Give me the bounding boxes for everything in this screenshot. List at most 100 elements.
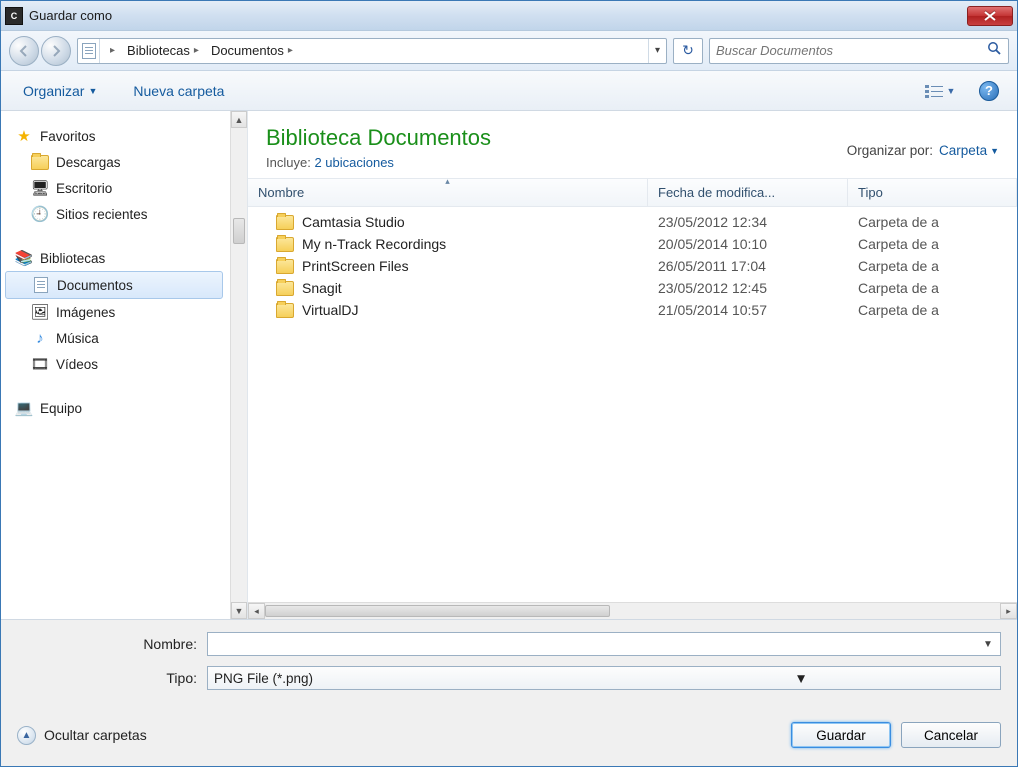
scroll-thumb[interactable] [233,218,245,244]
organize-by-value: Carpeta [939,143,987,158]
column-header-type[interactable]: Tipo [848,179,1017,206]
sidebar-item-imagenes[interactable]: 🖼Imágenes [1,299,227,325]
chevron-right-icon: ▸ [194,45,199,56]
new-folder-label: Nueva carpeta [133,83,224,99]
file-name-cell: Camtasia Studio [248,214,648,230]
organize-by-dropdown[interactable]: Carpeta▼ [939,143,999,158]
includes-link[interactable]: 2 ubicaciones [314,155,394,170]
file-date-cell: 23/05/2012 12:45 [648,280,848,296]
filename-field-wrap: ▼ [207,632,1001,656]
breadcrumb-sep-root[interactable]: ▸ [100,39,121,63]
hscroll-thumb[interactable] [265,605,610,617]
scroll-up-button[interactable]: ▲ [231,111,247,128]
chevron-right-icon: ▸ [110,45,115,56]
hscroll-track[interactable] [265,603,1000,619]
sidebar-label: Descargas [56,155,121,170]
footer: ▲ Ocultar carpetas Guardar Cancelar [1,706,1017,766]
sidebar-item-documentos[interactable]: Documentos [5,271,223,299]
close-icon [984,11,996,21]
save-button[interactable]: Guardar [791,722,891,748]
help-icon: ? [985,83,993,98]
view-mode-button[interactable]: ▼ [919,80,961,102]
toolbar: Organizar ▼ Nueva carpeta ▼ ? [1,71,1017,111]
file-row[interactable]: My n-Track Recordings20/05/2014 10:10Car… [248,233,1017,255]
help-button[interactable]: ? [979,81,999,101]
caret-down-icon: ▼ [88,86,97,96]
library-subtitle: Incluye: 2 ubicaciones [266,155,491,170]
libraries-icon: 📚 [15,249,33,267]
new-folder-button[interactable]: Nueva carpeta [129,77,228,105]
library-header: Biblioteca Documentos Incluye: 2 ubicaci… [248,111,1017,178]
forward-button[interactable] [41,36,71,66]
sidebar-item-musica[interactable]: ♪Música [1,325,227,351]
file-row[interactable]: Snagit23/05/2012 12:45Carpeta de a [248,277,1017,299]
organize-label: Organizar [23,83,84,99]
breadcrumb-dropdown[interactable]: ▾ [648,39,666,63]
refresh-button[interactable]: ↻ [673,38,703,64]
file-name: VirtualDJ [302,302,359,318]
folder-icon [276,281,294,296]
filetype-dropdown[interactable]: PNG File (*.png) ▼ [207,666,1001,690]
filename-input[interactable] [212,637,980,652]
breadcrumb-item-documentos[interactable]: Documentos▸ [205,39,299,63]
chevron-up-icon: ▲ [17,726,36,745]
list-view-icon [925,84,945,98]
search-input[interactable] [716,43,987,58]
scroll-right-button[interactable]: ▸ [1000,603,1017,619]
desktop-icon: 🖥 [31,179,49,197]
sidebar-item-descargas[interactable]: Descargas [1,149,227,175]
caret-down-icon: ▼ [990,146,999,156]
cancel-button[interactable]: Cancelar [901,722,1001,748]
app-icon: C [5,7,23,25]
column-headers: ▴Nombre Fecha de modifica... Tipo [248,178,1017,207]
search-icon[interactable] [987,41,1002,61]
location-icon[interactable] [78,39,100,63]
breadcrumb-label: Bibliotecas [127,43,190,58]
column-header-name[interactable]: ▴Nombre [248,179,648,206]
organize-button[interactable]: Organizar ▼ [19,77,101,105]
scroll-track[interactable] [231,128,247,602]
filename-label: Nombre: [17,636,207,652]
sidebar-label: Imágenes [56,305,115,320]
organize-by: Organizar por: Carpeta▼ [847,125,999,158]
window-title: Guardar como [29,8,967,23]
filetype-value: PNG File (*.png) [212,671,604,686]
hide-folders-button[interactable]: ▲ Ocultar carpetas [17,726,147,745]
organize-by-label: Organizar por: [847,143,933,158]
search-box[interactable] [709,38,1009,64]
file-name: My n-Track Recordings [302,236,446,252]
sidebar-item-escritorio[interactable]: 🖥Escritorio [1,175,227,201]
sidebar-scrollbar[interactable]: ▲ ▼ [230,111,247,619]
sidebar-item-equipo[interactable]: 💻Equipo [1,395,227,421]
sidebar-item-videos[interactable]: 🎞Vídeos [1,351,227,377]
hide-folders-label: Ocultar carpetas [44,727,147,743]
file-list[interactable]: Camtasia Studio23/05/2012 12:34Carpeta d… [248,207,1017,602]
file-row[interactable]: VirtualDJ21/05/2014 10:57Carpeta de a [248,299,1017,321]
breadcrumb-item-bibliotecas[interactable]: Bibliotecas ▸ [121,39,205,63]
file-name-cell: PrintScreen Files [248,258,648,274]
dialog-body: ★Favoritos Descargas 🖥Escritorio 🕘Sitios… [1,111,1017,620]
file-row[interactable]: Camtasia Studio23/05/2012 12:34Carpeta d… [248,211,1017,233]
chevron-right-icon: ▸ [288,45,293,56]
music-icon: ♪ [31,329,49,347]
sidebar-item-bibliotecas[interactable]: 📚Bibliotecas [1,245,227,271]
scroll-down-button[interactable]: ▼ [231,602,247,619]
arrow-left-icon [18,45,30,57]
breadcrumb-bar[interactable]: ▸ Bibliotecas ▸ Documentos▸ ▾ [77,38,667,64]
filename-dropdown[interactable]: ▼ [980,639,996,650]
back-button[interactable] [9,36,39,66]
sidebar-item-sitios-recientes[interactable]: 🕘Sitios recientes [1,201,227,227]
scroll-left-button[interactable]: ◂ [248,603,265,619]
sidebar-item-favoritos[interactable]: ★Favoritos [1,123,227,149]
close-button[interactable] [967,6,1013,26]
file-name-cell: My n-Track Recordings [248,236,648,252]
file-row[interactable]: PrintScreen Files26/05/2011 17:04Carpeta… [248,255,1017,277]
file-type-cell: Carpeta de a [848,302,1017,318]
sidebar-label: Favoritos [40,129,96,144]
horizontal-scrollbar[interactable]: ◂ ▸ [248,602,1017,619]
navigation-bar: ▸ Bibliotecas ▸ Documentos▸ ▾ ↻ [1,31,1017,71]
sidebar-label: Equipo [40,401,82,416]
file-type-cell: Carpeta de a [848,258,1017,274]
column-header-date[interactable]: Fecha de modifica... [648,179,848,206]
sidebar-label: Documentos [57,278,133,293]
